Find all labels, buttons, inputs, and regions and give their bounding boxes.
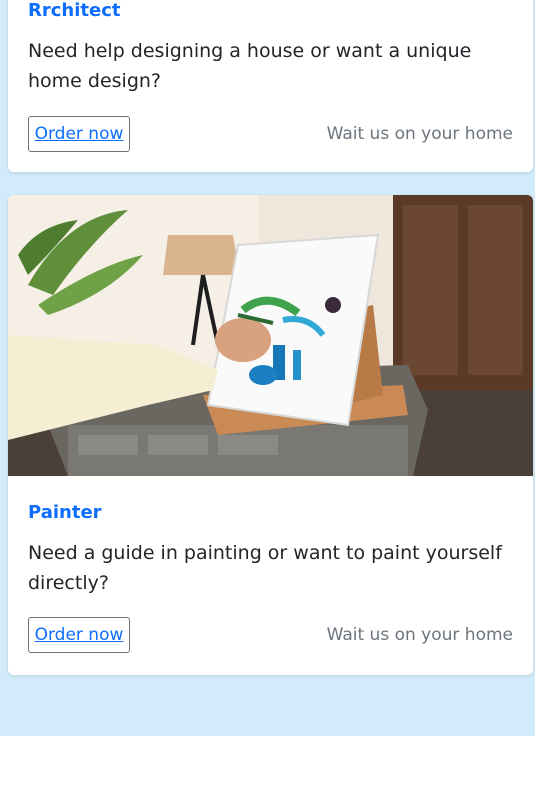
card-title: Painter bbox=[28, 502, 102, 523]
order-now-button[interactable]: Order now bbox=[28, 617, 130, 653]
card-description: Need help designing a house or want a un… bbox=[28, 40, 472, 92]
card-title: Rrchitect bbox=[28, 0, 121, 21]
service-card-painter: Painter Need a guide in painting or want… bbox=[8, 195, 533, 675]
card-footer-note: Wait us on your home bbox=[326, 124, 513, 144]
painting-easel-image bbox=[8, 195, 533, 476]
card-footer-note: Wait us on your home bbox=[326, 625, 513, 645]
service-card-architect: Rrchitect Need help designing a house or… bbox=[8, 0, 533, 172]
card-description: Need a guide in painting or want to pain… bbox=[28, 542, 502, 594]
order-now-button[interactable]: Order now bbox=[28, 116, 130, 152]
